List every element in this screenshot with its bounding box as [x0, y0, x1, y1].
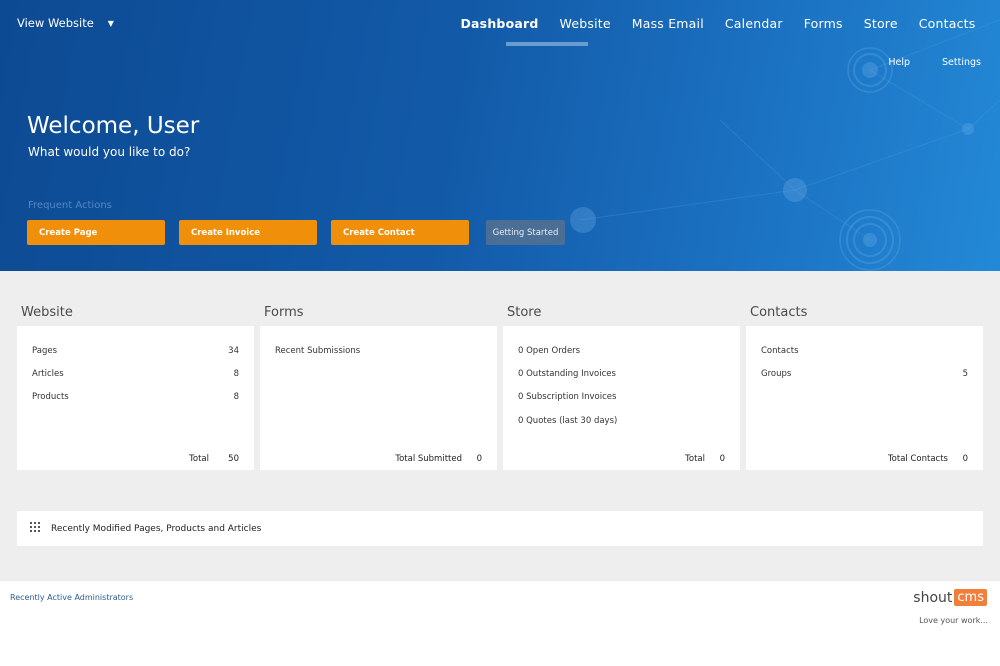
nav-dashboard[interactable]: Dashboard — [450, 14, 549, 33]
create-invoice-button[interactable]: Create Invoice — [179, 220, 317, 245]
help-link[interactable]: Help — [888, 57, 910, 68]
panel-body: Contacts Groups 5 Total Contacts 0 — [746, 326, 983, 470]
total-label: Total Contacts — [887, 454, 948, 464]
nav-website[interactable]: Website — [549, 14, 621, 33]
total-value: 50 — [228, 454, 239, 464]
list-item[interactable]: 0 Open Orders — [518, 346, 725, 356]
active-nav-indicator — [506, 42, 588, 46]
row-label: Contacts — [761, 346, 799, 356]
frequent-actions: Create Page Create Invoice Create Contac… — [27, 220, 565, 245]
panel-total: Total 0 — [685, 454, 725, 464]
frequent-actions-label: Frequent Actions — [28, 200, 112, 211]
panel-title: Website — [21, 305, 73, 320]
create-contact-button[interactable]: Create Contact — [331, 220, 469, 245]
dashboard-panels: Website Pages 34 Articles 8 Products 8 T… — [0, 271, 1000, 581]
view-website-dropdown[interactable]: View Website ▼ — [17, 16, 114, 30]
nav-mass-email[interactable]: Mass Email — [621, 14, 714, 33]
nav-forms[interactable]: Forms — [793, 14, 853, 33]
row-value: 5 — [962, 369, 968, 379]
total-label: Total Submitted — [395, 454, 462, 464]
panel-body: 0 Open Orders 0 Outstanding Invoices 0 S… — [503, 326, 740, 470]
total-value: 0 — [719, 454, 725, 464]
view-website-label: View Website — [17, 16, 94, 30]
nav-calendar[interactable]: Calendar — [714, 14, 793, 33]
list-item[interactable]: Products 8 — [32, 392, 239, 402]
total-value: 0 — [962, 454, 968, 464]
panel-title: Forms — [264, 305, 304, 320]
panel-total: Total Contacts 0 — [888, 454, 968, 464]
getting-started-button[interactable]: Getting Started — [486, 220, 565, 245]
row-label: 0 Subscription Invoices — [518, 392, 617, 402]
grid-icon — [30, 521, 40, 532]
chevron-down-icon: ▼ — [107, 18, 114, 28]
nav-contacts[interactable]: Contacts — [908, 14, 986, 33]
panel-total: Total 50 — [189, 454, 239, 464]
list-item[interactable]: Articles 8 — [32, 369, 239, 379]
row-label: Pages — [32, 346, 58, 356]
list-item[interactable]: Groups 5 — [761, 369, 968, 379]
main-nav: Dashboard Website Mass Email Calendar Fo… — [450, 14, 986, 33]
create-page-button[interactable]: Create Page — [27, 220, 165, 245]
list-item[interactable]: Recent Submissions — [275, 346, 482, 356]
list-item[interactable]: 0 Quotes (last 30 days) — [518, 416, 725, 426]
utility-links: Help Settings — [888, 57, 981, 68]
list-item[interactable]: 0 Subscription Invoices — [518, 392, 725, 402]
row-label: 0 Outstanding Invoices — [518, 369, 616, 379]
logo-shout-text: shout — [913, 589, 953, 606]
row-label: 0 Quotes (last 30 days) — [518, 416, 618, 426]
panel-total: Total Submitted 0 — [395, 454, 482, 464]
welcome-heading: Welcome, User — [27, 113, 200, 139]
recently-modified-label: Recently Modified Pages, Products and Ar… — [51, 523, 262, 534]
logo-tagline: Love your work... — [919, 616, 988, 625]
row-label: Groups — [761, 369, 792, 379]
nav-store[interactable]: Store — [853, 14, 908, 33]
row-value: 8 — [233, 392, 239, 402]
row-value: 34 — [228, 346, 239, 356]
list-item[interactable]: Contacts — [761, 346, 968, 356]
welcome-subheading: What would you like to do? — [28, 145, 191, 159]
list-item[interactable]: 0 Outstanding Invoices — [518, 369, 725, 379]
recently-active-admins-link[interactable]: Recently Active Administrators — [10, 593, 133, 602]
footer: Recently Active Administrators shout cms… — [0, 581, 1000, 666]
total-label: Total — [685, 454, 705, 464]
list-item[interactable]: Pages 34 — [32, 346, 239, 356]
panel-title: Contacts — [750, 305, 808, 320]
total-value: 0 — [476, 454, 482, 464]
row-value: 8 — [233, 369, 239, 379]
top-navigation: View Website ▼ Dashboard Website Mass Em… — [0, 0, 1000, 46]
hero-banner: View Website ▼ Dashboard Website Mass Em… — [0, 0, 1000, 271]
row-label: 0 Open Orders — [518, 346, 581, 356]
shoutcms-logo: shout cms — [913, 589, 987, 606]
row-label: Products — [32, 392, 69, 402]
panel-title: Store — [507, 305, 542, 320]
recently-modified-bar[interactable]: Recently Modified Pages, Products and Ar… — [17, 511, 983, 546]
logo-cms-text: cms — [954, 589, 987, 606]
total-label: Total — [189, 454, 209, 464]
row-label: Recent Submissions — [275, 346, 361, 356]
panel-body: Pages 34 Articles 8 Products 8 Total 50 — [17, 326, 254, 470]
row-label: Articles — [32, 369, 64, 379]
panel-body: Recent Submissions Total Submitted 0 — [260, 326, 497, 470]
settings-link[interactable]: Settings — [942, 57, 981, 68]
